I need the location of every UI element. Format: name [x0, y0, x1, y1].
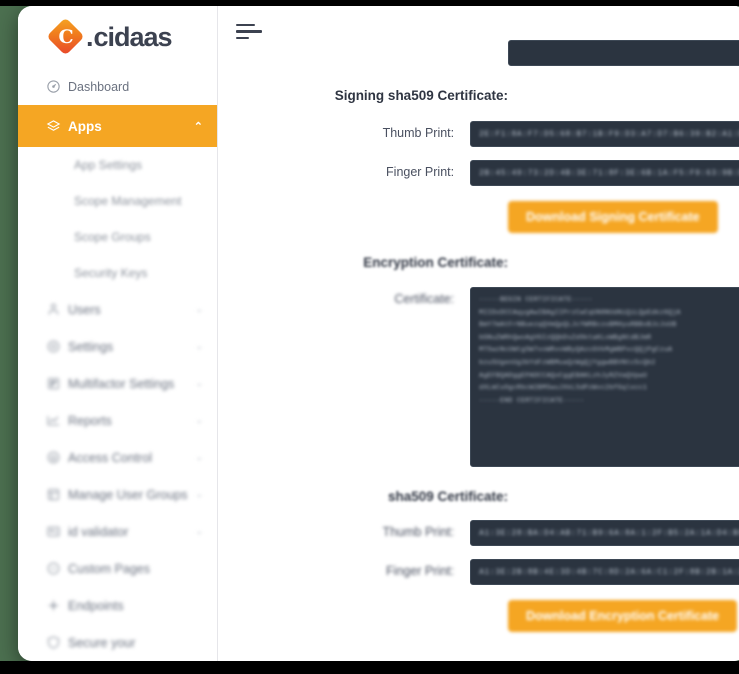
chart-icon	[46, 413, 68, 428]
sidebar-subitem-app-settings[interactable]: App Settings	[18, 147, 217, 183]
sidebar-item-custom-pages[interactable]: Custom Pages	[18, 550, 217, 587]
sha509-finger-print-row: Finger Print: A1:3E:2B:8B:4E:3D:4B:7C:8D…	[218, 559, 739, 585]
sidebar-item-reports[interactable]: Reports ⌄	[18, 402, 217, 439]
cidaas-logo-icon: C	[46, 17, 85, 56]
sha509-section-title: sha509 Certificate:	[387, 489, 508, 504]
app-window: C .cidaas Dashboard Apps ⌃ App Settings	[18, 6, 739, 661]
sidebar-item-multifactor-settings[interactable]: Multifactor Settings ⌄	[18, 365, 217, 402]
screenshot-bottom-bar	[0, 661, 739, 674]
sha509-thumb-print-value: A1:3E:28:BA:D4:AB:71:B9:6A:8A:1:2F:B5:2A…	[479, 528, 739, 538]
sidebar-item-label: id validator	[68, 524, 129, 539]
sidebar-item-access-control[interactable]: Access Control ⌄	[18, 439, 217, 476]
screenshot-top-bar	[0, 0, 739, 6]
user-icon	[46, 302, 68, 317]
signing-finger-print-field[interactable]: 2B:45:49:73:2D:4B:3E:71:8F:3E:6B:1A:F5:F…	[470, 160, 739, 186]
sidebar-item-endpoints[interactable]: Endpoints	[18, 587, 217, 624]
download-signing-certificate-button[interactable]: Download Signing Certificate	[508, 201, 718, 233]
cut-off-field-top[interactable]	[508, 40, 739, 66]
signing-section-title: Signing sha509 Certificate:	[334, 88, 508, 103]
sha509-finger-print-label: Finger Print:	[386, 564, 455, 578]
lock-icon	[46, 450, 68, 465]
sidebar-subitem-security-keys[interactable]: Security Keys	[18, 255, 217, 291]
chevron-down-icon: ⌄	[195, 341, 203, 351]
signing-thumb-print-row: Thumb Print: 2E:F1:8A:F7:D5:68:B7:1B:F9:…	[218, 121, 739, 147]
main-content: Signing sha509 Certificate: Thumb Print:…	[218, 6, 739, 661]
grid-icon	[46, 487, 68, 502]
signing-download-spacer	[218, 201, 508, 206]
chevron-up-icon: ⌃	[193, 120, 203, 133]
brand-logo[interactable]: C . cidaas	[18, 6, 217, 68]
encryption-certificate-textarea[interactable]: -----BEGIN CERTIFICATE----- MIIDxDCCAqyg…	[470, 287, 739, 467]
signing-thumb-print-value: 2E:F1:8A:F7:D5:68:B7:1B:F9:D3:A7:D7:B6:3…	[479, 129, 739, 139]
page-icon	[46, 561, 68, 576]
sidebar-subitem-label: App Settings	[74, 158, 143, 172]
sidebar-item-label: Dashboard	[68, 79, 130, 94]
download-encryption-certificate-button[interactable]: Download Encryption Certificate	[508, 600, 738, 632]
encryption-certificate-row: Certificate: -----BEGIN CERTIFICATE-----…	[218, 287, 739, 467]
sidebar: C .cidaas Dashboard Apps ⌃ App Settings	[18, 6, 218, 661]
sha509-thumb-print-field[interactable]: A1:3E:28:BA:D4:AB:71:B9:6A:8A:1:2F:B5:2A…	[470, 520, 739, 546]
encryption-download-row: Download Encryption Certificate	[218, 600, 739, 632]
sidebar-subitem-scope-groups[interactable]: Scope Groups	[18, 219, 217, 255]
sha509-thumb-print-row: Thumb Print: A1:3E:28:BA:D4:AB:71:B9:6A:…	[218, 520, 739, 546]
sidebar-item-label: Reports	[68, 413, 112, 428]
gauge-icon	[46, 79, 68, 94]
sidebar-item-label: Settings	[68, 339, 114, 354]
chevron-down-icon: ⌄	[195, 304, 203, 314]
sidebar-item-label: Manage User Groups	[68, 487, 188, 502]
chevron-down-icon: ⌄	[195, 452, 203, 462]
signing-thumb-print-label: Thumb Print:	[382, 126, 455, 140]
signing-download-row: Download Signing Certificate	[218, 201, 739, 233]
shield-icon	[46, 376, 68, 391]
encryption-certificate-value: -----BEGIN CERTIFICATE----- MIIDxDCCAqyg…	[479, 296, 681, 404]
logo-wordmark: cidaas	[93, 21, 173, 52]
sidebar-item-manage-user-groups[interactable]: Manage User Groups ⌄	[18, 476, 217, 513]
id-card-icon	[46, 524, 68, 539]
chevron-down-icon: ⌄	[195, 415, 203, 425]
sha509-finger-print-value: A1:3E:2B:8B:4E:3D:4B:7C:8D:2A:6A:C1:2F:8…	[479, 567, 739, 577]
sha509-thumb-print-label: Thumb Print:	[382, 525, 455, 539]
sidebar-subitem-label: Security Keys	[74, 266, 148, 280]
sidebar-item-label: Users	[68, 302, 101, 317]
encryption-download-spacer	[218, 600, 508, 605]
sidebar-item-label: Endpoints	[68, 598, 124, 613]
chevron-down-icon: ⌄	[195, 378, 203, 388]
layers-icon	[46, 119, 68, 134]
sidebar-subitem-label: Scope Groups	[74, 230, 151, 244]
encryption-certificate-label: Certificate:	[394, 292, 455, 306]
logo-letter: C	[58, 26, 74, 48]
sidebar-item-apps[interactable]: Apps ⌃	[18, 105, 217, 147]
signing-finger-print-label: Finger Print:	[386, 165, 455, 179]
sidebar-item-settings[interactable]: Settings ⌄	[18, 328, 217, 365]
sidebar-item-label: Apps	[68, 118, 102, 134]
sidebar-item-label: Secure your	[68, 635, 136, 650]
sidebar-item-users[interactable]: Users ⌄	[18, 291, 217, 328]
sidebar-item-label: Multifactor Settings	[68, 376, 175, 391]
logo-dot: .	[86, 21, 94, 52]
sidebar-subitem-label: Scope Management	[74, 194, 182, 208]
signing-finger-print-row: Finger Print: 2B:45:49:73:2D:4B:3E:71:8F…	[218, 160, 739, 186]
signing-thumb-print-field[interactable]: 2E:F1:8A:F7:D5:68:B7:1B:F9:D3:A7:D7:B6:3…	[470, 121, 739, 147]
hamburger-icon[interactable]	[236, 22, 262, 42]
sidebar-item-secure-your[interactable]: Secure your	[18, 624, 217, 661]
sidebar-item-id-validator[interactable]: id validator ⌄	[18, 513, 217, 550]
content-scroll-area[interactable]: Signing sha509 Certificate: Thumb Print:…	[218, 40, 739, 643]
sidebar-item-dashboard[interactable]: Dashboard	[18, 68, 217, 105]
endpoint-icon	[46, 598, 68, 613]
chevron-down-icon: ⌄	[195, 526, 203, 536]
sidebar-item-label: Access Control	[68, 450, 153, 465]
sha509-finger-print-field[interactable]: A1:3E:2B:8B:4E:3D:4B:7C:8D:2A:6A:C1:2F:8…	[470, 559, 739, 585]
gear-icon	[46, 339, 68, 354]
shield-lock-icon	[46, 635, 68, 650]
sidebar-item-label: Custom Pages	[68, 561, 150, 576]
encryption-section-title: Encryption Certificate:	[363, 255, 508, 270]
chevron-down-icon: ⌄	[195, 489, 203, 499]
sidebar-subitem-scope-management[interactable]: Scope Management	[18, 183, 217, 219]
signing-finger-print-value: 2B:45:49:73:2D:4B:3E:71:8F:3E:6B:1A:F5:F…	[479, 168, 739, 178]
